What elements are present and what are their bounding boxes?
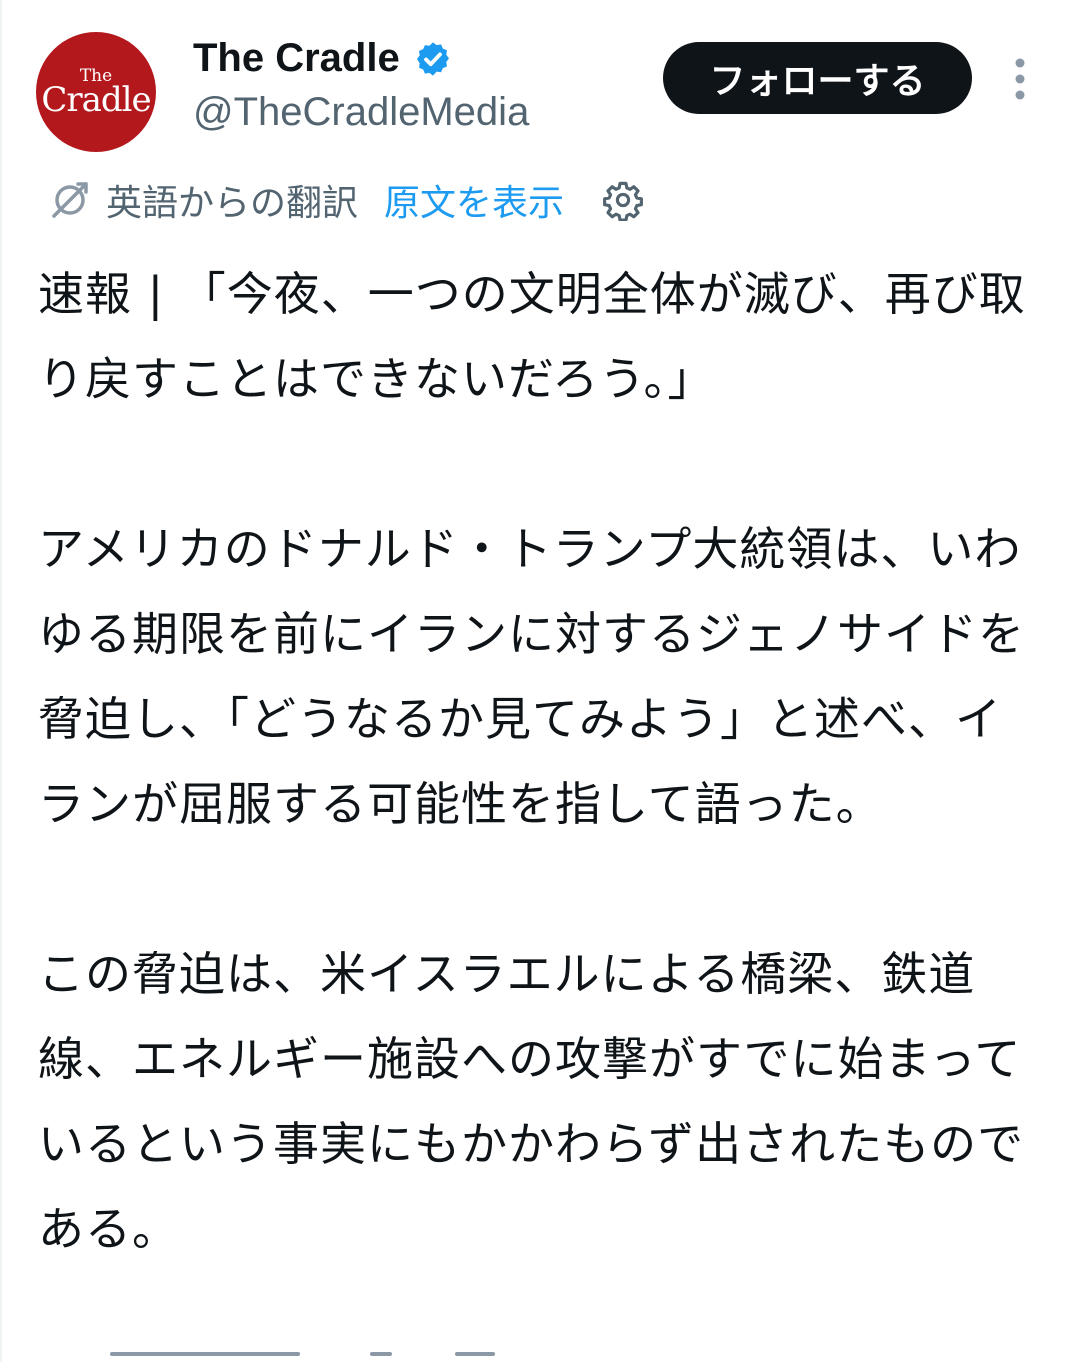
translation-bar: 英語からの翻訳 原文を表示 bbox=[48, 170, 644, 230]
post-body: 速報 | 「今夜、一つの文明全体が滅び、再び取り戻すことはできないだろう。」 ア… bbox=[38, 252, 1038, 1272]
cut-off-icon-fragment bbox=[370, 1352, 392, 1356]
follow-button[interactable]: フォローする bbox=[663, 42, 972, 114]
post-paragraph: この脅迫は、米イスラエルによる橋梁、鉄道線、エネルギー施設への攻撃がすでに始まっ… bbox=[38, 947, 1025, 1256]
cut-off-text-fragment bbox=[110, 1352, 300, 1356]
post-header: The Cradle The Cradle @TheCradleMedia フォ… bbox=[0, 0, 1080, 160]
avatar-text-bottom: Cradle bbox=[41, 79, 151, 120]
post-paragraph: アメリカのドナルド・トランプ大統領は、いわゆる期限を前にイランに対するジェノサイ… bbox=[38, 522, 1025, 831]
cut-off-toolbar bbox=[0, 1352, 1080, 1362]
translate-icon bbox=[52, 182, 88, 218]
translation-label: 英語からの翻訳 bbox=[106, 183, 359, 224]
avatar[interactable]: The Cradle bbox=[36, 32, 156, 152]
timeline-border bbox=[0, 0, 2, 1362]
show-original-link[interactable]: 原文を表示 bbox=[384, 174, 564, 226]
cut-off-icon-fragment bbox=[455, 1352, 495, 1356]
verified-badge-icon bbox=[416, 41, 449, 76]
more-vertical-icon[interactable] bbox=[1004, 55, 1036, 103]
display-name-text: The Cradle bbox=[193, 36, 400, 80]
post-paragraph: 速報 | 「今夜、一つの文明全体が滅び、再び取り戻すことはできないだろう。」 bbox=[38, 267, 1026, 406]
author-display-name[interactable]: The Cradle bbox=[193, 36, 452, 81]
author-handle[interactable]: @TheCradleMedia bbox=[193, 90, 529, 135]
gear-icon[interactable] bbox=[602, 179, 644, 221]
